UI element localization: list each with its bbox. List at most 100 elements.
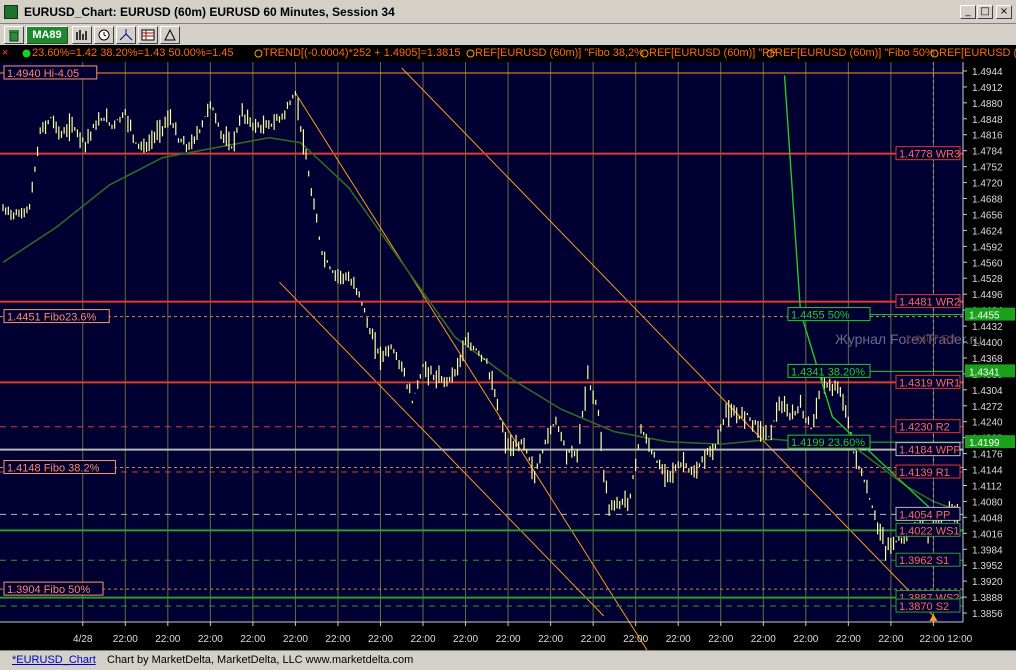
x-tick-label: 22:00	[411, 634, 436, 645]
indicator-fibo[interactable]: 23.60%=1.42 38.20%=1.43 50.00%=1.45	[32, 45, 234, 62]
left-level-label: 1.4940 Hi-4.05	[7, 68, 79, 80]
y-tick-label: 1.4272	[972, 402, 1003, 413]
level-label: 1.4481 WR2	[899, 297, 960, 309]
price-chart[interactable]: Журнал ForexTrader.ru1.4455 50%1.4341 38…	[0, 62, 1016, 650]
x-tick-label: 22:00	[666, 634, 691, 645]
y-tick-label: 1.4048	[972, 513, 1003, 524]
ref-fibo50-legend-icon	[766, 49, 775, 58]
left-level-label: 1.3904 Fibo 50%	[7, 584, 90, 596]
x-tick-label: 22:00	[793, 634, 818, 645]
level-label: 1.4184 WPP	[899, 445, 961, 457]
y-tick-label: 1.4848	[972, 115, 1003, 126]
y-tick-label: 1.3952	[972, 561, 1003, 572]
x-tick-label: 22:00	[283, 634, 308, 645]
y-tick-label: 1.4144	[972, 466, 1003, 477]
y-tick-label: 1.4624	[972, 226, 1003, 237]
x-tick-label: 22:00 12:00	[919, 634, 972, 645]
price-tag-label: 1.4455	[969, 311, 1000, 322]
y-tick-label: 1.4912	[972, 83, 1003, 94]
level-label: 1.4054 PP	[899, 509, 950, 521]
y-tick-label: 1.3984	[972, 545, 1003, 556]
x-tick-label: 22:00	[155, 634, 180, 645]
fibo-label: 1.4199 23.60%	[791, 437, 865, 449]
maximize-button[interactable]: □	[977, 5, 993, 19]
indicator-trend[interactable]: TREND[(-0.0004)*252 + 1.4905]=1.3815	[263, 45, 461, 62]
y-tick-label: 1.3920	[972, 577, 1003, 588]
x-tick-label: 22:00	[198, 634, 223, 645]
y-tick-label: 1.4560	[972, 258, 1003, 269]
indicator-close-icon[interactable]: ×	[2, 45, 8, 62]
x-tick-label: 22:00	[453, 634, 478, 645]
x-tick-label: 22:00	[368, 634, 393, 645]
y-tick-label: 1.4752	[972, 163, 1003, 174]
y-tick-label: 1.4816	[972, 131, 1003, 142]
xyz-axes-icon[interactable]	[116, 26, 136, 44]
trend-legend-icon	[254, 49, 263, 58]
title-bar: EURUSD_Chart: EURUSD (60m) EURUSD 60 Min…	[0, 0, 1016, 24]
left-level-label: 1.4451 Fibo23.6%	[7, 312, 97, 324]
y-tick-label: 1.4880	[972, 99, 1003, 110]
x-tick-label: 22:00	[240, 634, 265, 645]
x-tick-label: 22:00	[325, 634, 350, 645]
bar-chart-icon[interactable]	[72, 26, 92, 44]
level-label: 1.4319 WR1	[899, 377, 960, 389]
y-tick-label: 1.4112	[972, 481, 1002, 492]
fibo-label: 1.4455 50%	[791, 310, 850, 322]
y-tick-label: 1.4784	[972, 147, 1003, 158]
fibo-label: 1.4341 38.20%	[791, 366, 865, 378]
y-tick-label: 1.4944	[972, 67, 1003, 78]
x-tick-label: 4/28	[73, 634, 93, 645]
ref-fibo38-legend-icon	[466, 49, 475, 58]
y-tick-label: 1.4496	[972, 290, 1003, 301]
level-label: 1.4778 WR3	[899, 149, 960, 161]
chart-tab[interactable]: *EURUSD_Chart	[12, 654, 96, 666]
fibo-legend-icon	[22, 49, 31, 58]
y-tick-label: 1.3888	[972, 593, 1003, 604]
credit-text: Chart by MarketDelta, MarketDelta, LLC w…	[107, 654, 414, 666]
y-tick-label: 1.4400	[972, 338, 1003, 349]
x-tick-label: 22:00	[708, 634, 733, 645]
ma-indicator-button[interactable]: MA89	[26, 26, 68, 44]
window-title: EURUSD_Chart: EURUSD (60m) EURUSD 60 Min…	[24, 5, 395, 19]
y-tick-label: 1.4240	[972, 418, 1003, 429]
x-tick-label: 22:00	[538, 634, 563, 645]
y-tick-label: 1.4720	[972, 179, 1003, 190]
indicator-ref-fibo50[interactable]: REF[EURUSD (60m)] "Fibo 50%	[775, 45, 935, 62]
indicator-bar: × 23.60%=1.42 38.20%=1.43 50.00%=1.45 TR…	[0, 45, 1016, 62]
table-icon[interactable]	[138, 26, 158, 44]
level-label: 1.4230 R2	[899, 422, 950, 434]
left-level-label: 1.4148 Fibo 38.2%	[7, 463, 100, 475]
y-tick-label: 1.4176	[972, 450, 1003, 461]
x-tick-label: 22:00	[623, 634, 648, 645]
level-label: 1.3962 S1	[899, 555, 949, 567]
price-tag-label: 1.4341	[969, 367, 1000, 378]
trash-icon[interactable]	[4, 26, 24, 44]
y-tick-label: 1.4432	[972, 322, 1003, 333]
ref-more-legend-icon	[930, 49, 939, 58]
level-label: 1.4139 R1	[899, 467, 950, 479]
app-icon	[4, 5, 18, 19]
draw-tool-icon[interactable]	[160, 26, 180, 44]
close-button[interactable]: ×	[996, 5, 1012, 19]
clock-icon[interactable]	[94, 26, 114, 44]
y-tick-label: 1.4528	[972, 274, 1003, 285]
y-tick-label: 1.4592	[972, 242, 1003, 253]
indicator-ref-fibo38[interactable]: REF[EURUSD (60m)] "Fibo 38,2%	[475, 45, 644, 62]
indicator-ref-pp[interactable]: REF[EURUSD (60m)] "PP	[649, 45, 777, 62]
y-tick-label: 1.4656	[972, 210, 1003, 221]
x-tick-label: 22:00	[113, 634, 138, 645]
y-tick-label: 1.3856	[972, 609, 1003, 620]
level-label: 1.3870 S2	[899, 601, 949, 613]
indicator-ref-more[interactable]: REF[EURUSD (	[939, 45, 1016, 62]
x-tick-label: 22:00	[878, 634, 903, 645]
minimize-button[interactable]: _	[960, 5, 976, 19]
x-tick-label: 22:00	[496, 634, 521, 645]
y-tick-label: 1.4016	[972, 529, 1003, 540]
x-tick-label: 22:00	[751, 634, 776, 645]
chart-toolbar: MA89	[0, 24, 1016, 46]
ref-pp-legend-icon	[640, 49, 649, 58]
x-tick-label: 22:00	[836, 634, 861, 645]
faded-level-label: 1.4407 R3	[905, 334, 956, 346]
y-tick-label: 1.4304	[972, 386, 1003, 397]
level-label: 1.4022 WS1	[899, 525, 960, 537]
